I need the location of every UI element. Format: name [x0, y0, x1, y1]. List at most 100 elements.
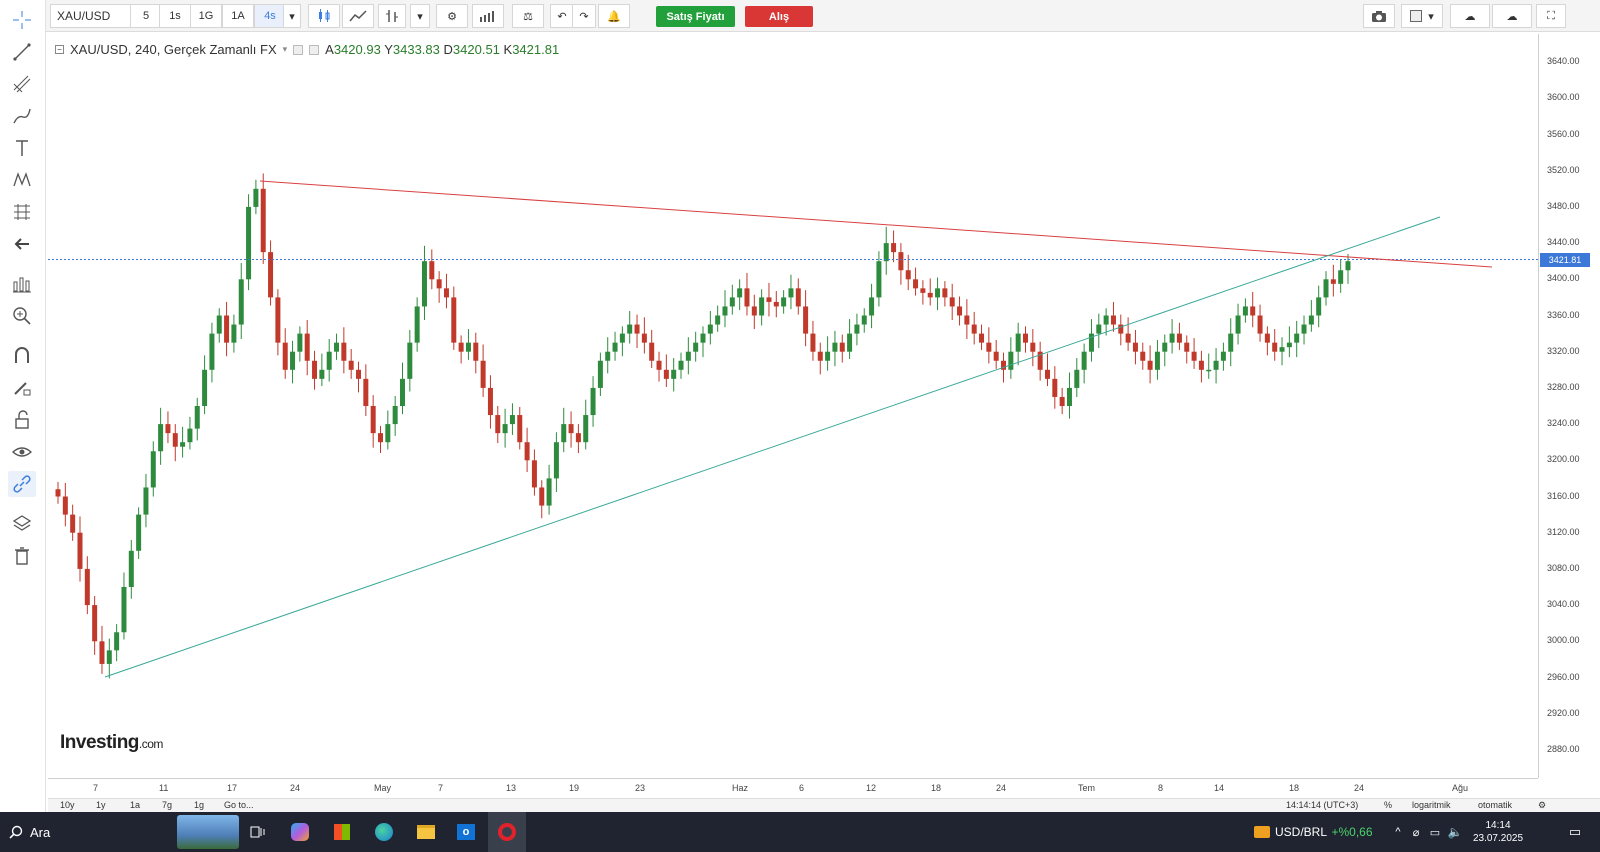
symbol-input[interactable]: XAU/USD [50, 4, 134, 28]
legend-collapse-icon[interactable]: − [55, 45, 64, 54]
range-10y[interactable]: 10y [60, 800, 75, 810]
layers-icon[interactable] [8, 511, 36, 537]
volume-icon[interactable]: 🔈 [1446, 812, 1464, 852]
cloud-upload-icon[interactable]: ☁ [1492, 4, 1532, 28]
candle-bearish [304, 333, 310, 361]
notifications-icon[interactable]: ▭ [1560, 812, 1590, 852]
log-toggle[interactable]: logaritmik [1412, 800, 1451, 810]
tray-chevron-icon[interactable]: ^ [1390, 812, 1406, 852]
copilot-icon[interactable] [288, 812, 312, 852]
redo-icon[interactable]: ↷ [572, 4, 596, 28]
back-arrow-icon[interactable] [8, 231, 36, 257]
task-view-icon[interactable] [246, 812, 270, 852]
outlook-icon[interactable]: o [454, 812, 478, 852]
interval-1s[interactable]: 1s [159, 4, 191, 28]
auto-toggle[interactable]: otomatik [1478, 800, 1512, 810]
candle-bearish [656, 360, 662, 370]
range-1a[interactable]: 1a [130, 800, 140, 810]
percent-toggle[interactable]: % [1384, 800, 1392, 810]
sell-button[interactable]: Satış Fiyatı [656, 6, 735, 27]
trash-icon[interactable] [8, 543, 36, 569]
candle-bullish [253, 188, 259, 207]
descending-trendline[interactable] [259, 180, 1493, 268]
candle-bearish [1030, 342, 1036, 352]
edge-icon[interactable] [372, 812, 396, 852]
area-chart-icon[interactable] [342, 4, 374, 28]
range-7g[interactable]: 7g [162, 800, 172, 810]
taskbar-search-label[interactable]: Ara [30, 812, 60, 852]
goto-button[interactable]: Go to... [224, 800, 254, 810]
search-icon[interactable] [6, 812, 26, 852]
settings-icon[interactable]: ⚙ [436, 4, 468, 28]
candle-bearish [568, 424, 574, 434]
fib-tools-icon[interactable] [8, 71, 36, 97]
camera-icon[interactable] [1363, 4, 1395, 28]
candle-bullish [693, 342, 699, 352]
tray-app-icon[interactable]: ⌀ [1408, 812, 1424, 852]
alert-bell-icon[interactable]: 🔔 [598, 4, 630, 28]
price-tick-label: 3320.00 [1547, 345, 1580, 356]
candle-bullish [1206, 369, 1212, 372]
time-tick-label: Tem [1078, 783, 1096, 793]
balance-icon[interactable]: ⚖ [512, 4, 544, 28]
interval-4s[interactable]: 4s [254, 4, 286, 28]
widgets-image-icon[interactable] [176, 812, 240, 852]
interval-dropdown-icon[interactable]: ▾ [283, 4, 301, 28]
trend-line-icon[interactable] [8, 39, 36, 65]
range-1g[interactable]: 1g [194, 800, 204, 810]
ticker-name[interactable]: USD/BRL [1275, 812, 1327, 852]
legend-settings-icon[interactable] [293, 44, 304, 55]
interval-1g[interactable]: 1G [190, 4, 222, 28]
network-icon[interactable]: ▭ [1426, 812, 1444, 852]
text-tool-icon[interactable] [8, 135, 36, 161]
link-icon[interactable] [8, 471, 36, 497]
candle-bearish [1140, 351, 1146, 361]
measure-icon[interactable] [8, 199, 36, 225]
legend-visibility-icon[interactable] [309, 44, 320, 55]
time-tick-label: 11 [159, 783, 169, 793]
magnet-icon[interactable] [8, 343, 36, 369]
crosshair-icon[interactable] [8, 7, 36, 33]
undo-icon[interactable]: ↶ [550, 4, 574, 28]
price-axis[interactable]: 3640.00 3600.00 3560.00 3520.00 3480.00 3440.… [1538, 34, 1600, 778]
long-position-icon[interactable] [8, 271, 36, 297]
interval-1a[interactable]: 1A [222, 4, 254, 28]
candle-bearish [1052, 378, 1058, 397]
candle-bullish [788, 288, 794, 298]
zoom-icon[interactable] [8, 303, 36, 329]
range-1y[interactable]: 1y [96, 800, 106, 810]
interval-5m[interactable]: 5 [130, 4, 162, 28]
lock-pencil-icon[interactable] [8, 375, 36, 401]
axis-settings-icon[interactable]: ⚙ [1538, 800, 1546, 811]
system-clock[interactable]: 14:14 23.07.2025 [1466, 812, 1530, 852]
candle-bullish [781, 297, 787, 307]
candle-bearish [810, 333, 816, 352]
indicators-icon[interactable] [472, 4, 504, 28]
candle-bullish [1228, 333, 1234, 352]
brush-icon[interactable] [8, 103, 36, 129]
opera-icon[interactable] [488, 812, 526, 852]
fullscreen-icon[interactable]: ⛶ [1536, 4, 1566, 28]
candle-bearish [766, 297, 772, 302]
layout-select[interactable]: ▾ [1401, 4, 1443, 28]
ascending-trendline[interactable] [104, 216, 1441, 678]
candle-bullish [590, 387, 596, 416]
buy-button[interactable]: Alış [745, 6, 813, 27]
store-icon[interactable] [330, 812, 354, 852]
price-chart[interactable] [48, 34, 1538, 778]
cloud-download-icon[interactable]: ☁ [1450, 4, 1490, 28]
pattern-icon[interactable] [8, 167, 36, 193]
file-explorer-icon[interactable] [414, 812, 438, 852]
candles-icon[interactable] [308, 4, 340, 28]
legend-dropdown-icon[interactable]: ▾ [283, 44, 288, 55]
chart-type-dropdown-icon[interactable]: ▾ [410, 4, 430, 28]
windows-taskbar: Ara o USD/BRL +%0,66 ^ ⌀ ▭ 🔈 14:14 23.07… [0, 812, 1600, 852]
time-axis[interactable]: 7 11 17 24 May 7 13 19 23 Haz 6 12 18 24 Tem 8 14 18 24 Ağu [48, 778, 1538, 798]
candle-bullish [825, 351, 831, 361]
unlock-icon[interactable] [8, 407, 36, 433]
compare-icon[interactable] [378, 4, 406, 28]
candle-bearish [1110, 315, 1116, 325]
candle-bullish [861, 315, 867, 325]
eye-icon[interactable] [8, 439, 36, 465]
candle-bullish [1066, 387, 1072, 406]
